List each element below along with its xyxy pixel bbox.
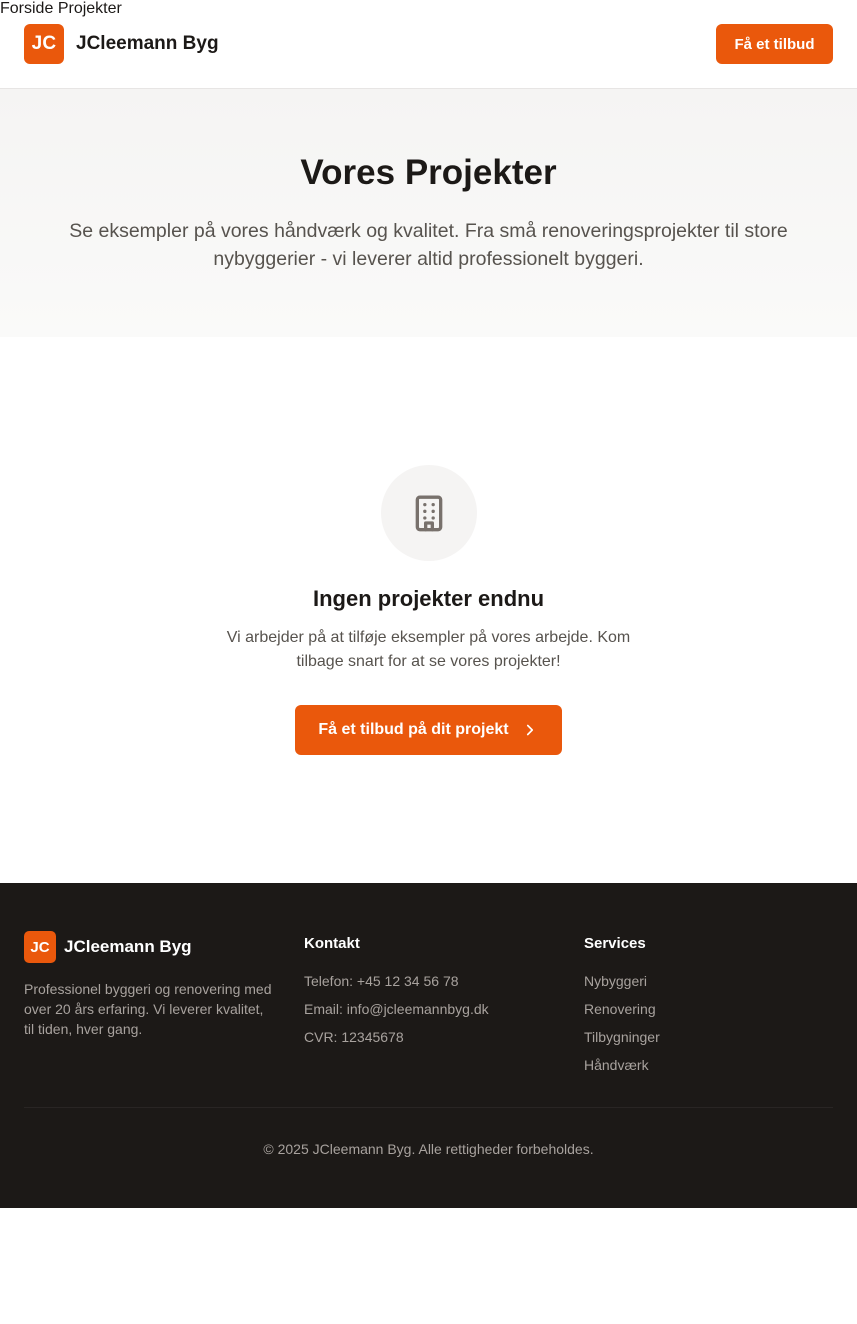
main-nav: Forside Projekter <box>0 0 857 18</box>
logo-badge: JC <box>24 24 64 64</box>
site-header: JC JCleemann Byg Forside Projekter Få et… <box>0 0 857 89</box>
project-quote-label: Få et tilbud på dit projekt <box>318 721 509 738</box>
footer-services: Services Nybyggeri Renovering Tilbygning… <box>584 935 660 1083</box>
footer-cvr: CVR: 12345678 <box>304 1029 404 1045</box>
project-quote-button[interactable]: Få et tilbud på dit projekt <box>295 705 562 755</box>
page-title: Vores Projekter <box>300 153 557 192</box>
footer-contact-heading: Kontakt <box>304 935 360 952</box>
site-footer: JC JCleemann Byg Professionel byggeri og… <box>0 883 857 1208</box>
footer-service-renovering[interactable]: Renovering <box>584 999 660 1027</box>
footer-logo-badge: JC <box>24 931 56 963</box>
hero-section: Vores Projekter Se eksempler på vores hå… <box>0 89 857 337</box>
footer-service-haandvaerk[interactable]: Håndværk <box>584 1055 660 1083</box>
brand-logo[interactable]: JC JCleemann Byg <box>24 24 219 64</box>
footer-copyright: © 2025 JCleemann Byg. Alle rettigheder f… <box>263 1141 594 1157</box>
empty-state-title: Ingen projekter endnu <box>312 586 545 611</box>
page-subtitle: Se eksempler på vores håndværk og kvalit… <box>69 220 788 270</box>
footer-services-heading: Services <box>584 935 646 952</box>
footer-contact: Kontakt Telefon: +45 12 34 56 78 Email: … <box>304 935 489 1055</box>
footer-divider <box>24 1107 833 1108</box>
footer-description: Professionel byggeri og renovering med o… <box>24 981 272 1037</box>
empty-state-text: Vi arbejder på at tilføje eksempler på v… <box>226 629 631 670</box>
building-icon <box>415 495 443 532</box>
get-quote-button[interactable]: Få et tilbud <box>716 24 833 64</box>
footer-service-nybyggeri[interactable]: Nybyggeri <box>584 971 660 999</box>
nav-link-projekter[interactable]: Projekter <box>58 0 122 17</box>
footer-service-tilbygninger[interactable]: Tilbygninger <box>584 1027 660 1055</box>
brand-name: JCleemann Byg <box>76 33 219 54</box>
empty-state-icon-circle <box>381 465 477 561</box>
nav-link-forside[interactable]: Forside <box>0 0 53 17</box>
footer-brand-name: JCleemann Byg <box>64 937 192 956</box>
footer-phone[interactable]: Telefon: +45 12 34 56 78 <box>304 971 489 999</box>
footer-brand: JC JCleemann Byg <box>24 931 192 963</box>
footer-email[interactable]: Email: info@jcleemannbyg.dk <box>304 999 489 1027</box>
chevron-right-icon <box>521 721 539 739</box>
